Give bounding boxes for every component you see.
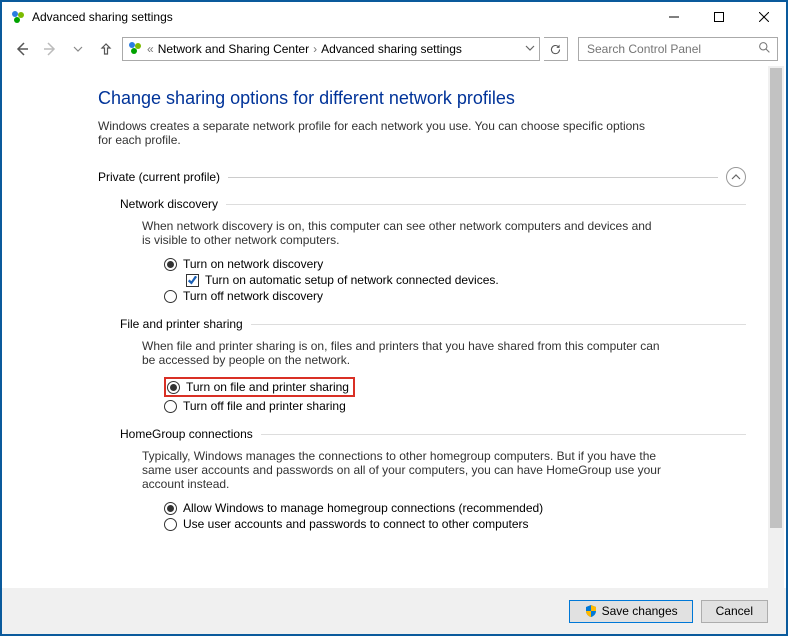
forward-button[interactable] [38,37,62,61]
radio-network-discovery-on[interactable]: Turn on network discovery [164,257,746,271]
section-homegroup: HomeGroup connections [120,427,746,441]
radio-network-discovery-off[interactable]: Turn off network discovery [164,289,746,303]
radio-label: Turn off network discovery [183,289,323,303]
save-changes-button[interactable]: Save changes [569,600,693,623]
divider [226,204,746,205]
search-input[interactable] [585,41,758,57]
page-heading: Change sharing options for different net… [98,88,746,109]
radio-label: Turn on network discovery [183,257,323,271]
section-title: Network discovery [120,197,218,211]
search-box[interactable] [578,37,778,61]
close-button[interactable] [741,2,786,32]
checkbox-label: Turn on automatic setup of network conne… [205,273,499,287]
section-network-discovery: Network discovery [120,197,746,211]
content-area: Change sharing options for different net… [2,66,786,588]
checkbox-icon [186,274,199,287]
shield-icon [584,604,598,618]
radio-homegroup-allow[interactable]: Allow Windows to manage homegroup connec… [164,501,746,515]
divider [228,177,718,178]
radio-icon [164,258,177,271]
scrollbar-thumb[interactable] [770,68,782,528]
window-title: Advanced sharing settings [32,10,173,24]
radio-label: Turn off file and printer sharing [183,399,346,413]
radio-file-sharing-on[interactable]: Turn on file and printer sharing [164,377,746,397]
section-description: Typically, Windows manages the connectio… [142,449,662,491]
address-bar[interactable]: « Network and Sharing Center › Advanced … [122,37,540,61]
radio-label: Turn on file and printer sharing [186,380,349,394]
page-intro: Windows creates a separate network profi… [98,119,658,147]
radio-icon [164,400,177,413]
back-button[interactable] [10,37,34,61]
control-panel-icon [10,9,26,25]
section-description: When network discovery is on, this compu… [142,219,662,247]
breadcrumb-prefix: « [147,42,154,56]
highlight-box: Turn on file and printer sharing [164,377,355,397]
footer-bar: Save changes Cancel [2,588,786,634]
vertical-scrollbar[interactable] [768,66,784,588]
radio-icon [167,381,180,394]
breadcrumb-item[interactable]: Advanced sharing settings [321,42,462,56]
cancel-button[interactable]: Cancel [701,600,768,623]
collapse-button[interactable] [726,167,746,187]
radio-icon [164,290,177,303]
radio-icon [164,502,177,515]
section-description: When file and printer sharing is on, fil… [142,339,662,367]
minimize-button[interactable] [651,2,696,32]
radio-label: Allow Windows to manage homegroup connec… [183,501,543,515]
refresh-button[interactable] [544,37,568,61]
section-title: File and printer sharing [120,317,243,331]
chevron-right-icon: › [313,42,317,56]
chevron-down-icon[interactable] [525,42,535,56]
radio-label: Use user accounts and passwords to conne… [183,517,529,531]
profile-title: Private (current profile) [98,170,220,184]
button-label: Cancel [716,604,753,618]
breadcrumb-item[interactable]: Network and Sharing Center [158,42,309,56]
navigation-bar: « Network and Sharing Center › Advanced … [2,32,786,66]
divider [261,434,746,435]
search-icon[interactable] [758,41,771,57]
radio-icon [164,518,177,531]
title-bar: Advanced sharing settings [2,2,786,32]
divider [251,324,746,325]
control-panel-icon [127,40,143,59]
checkbox-auto-setup[interactable]: Turn on automatic setup of network conne… [186,273,746,287]
radio-file-sharing-off[interactable]: Turn off file and printer sharing [164,399,746,413]
radio-homegroup-user[interactable]: Use user accounts and passwords to conne… [164,517,746,531]
profile-header-private[interactable]: Private (current profile) [98,167,746,187]
section-file-printer-sharing: File and printer sharing [120,317,746,331]
up-button[interactable] [94,37,118,61]
maximize-button[interactable] [696,2,741,32]
button-label: Save changes [602,604,678,618]
recent-dropdown[interactable] [66,37,90,61]
section-title: HomeGroup connections [120,427,253,441]
